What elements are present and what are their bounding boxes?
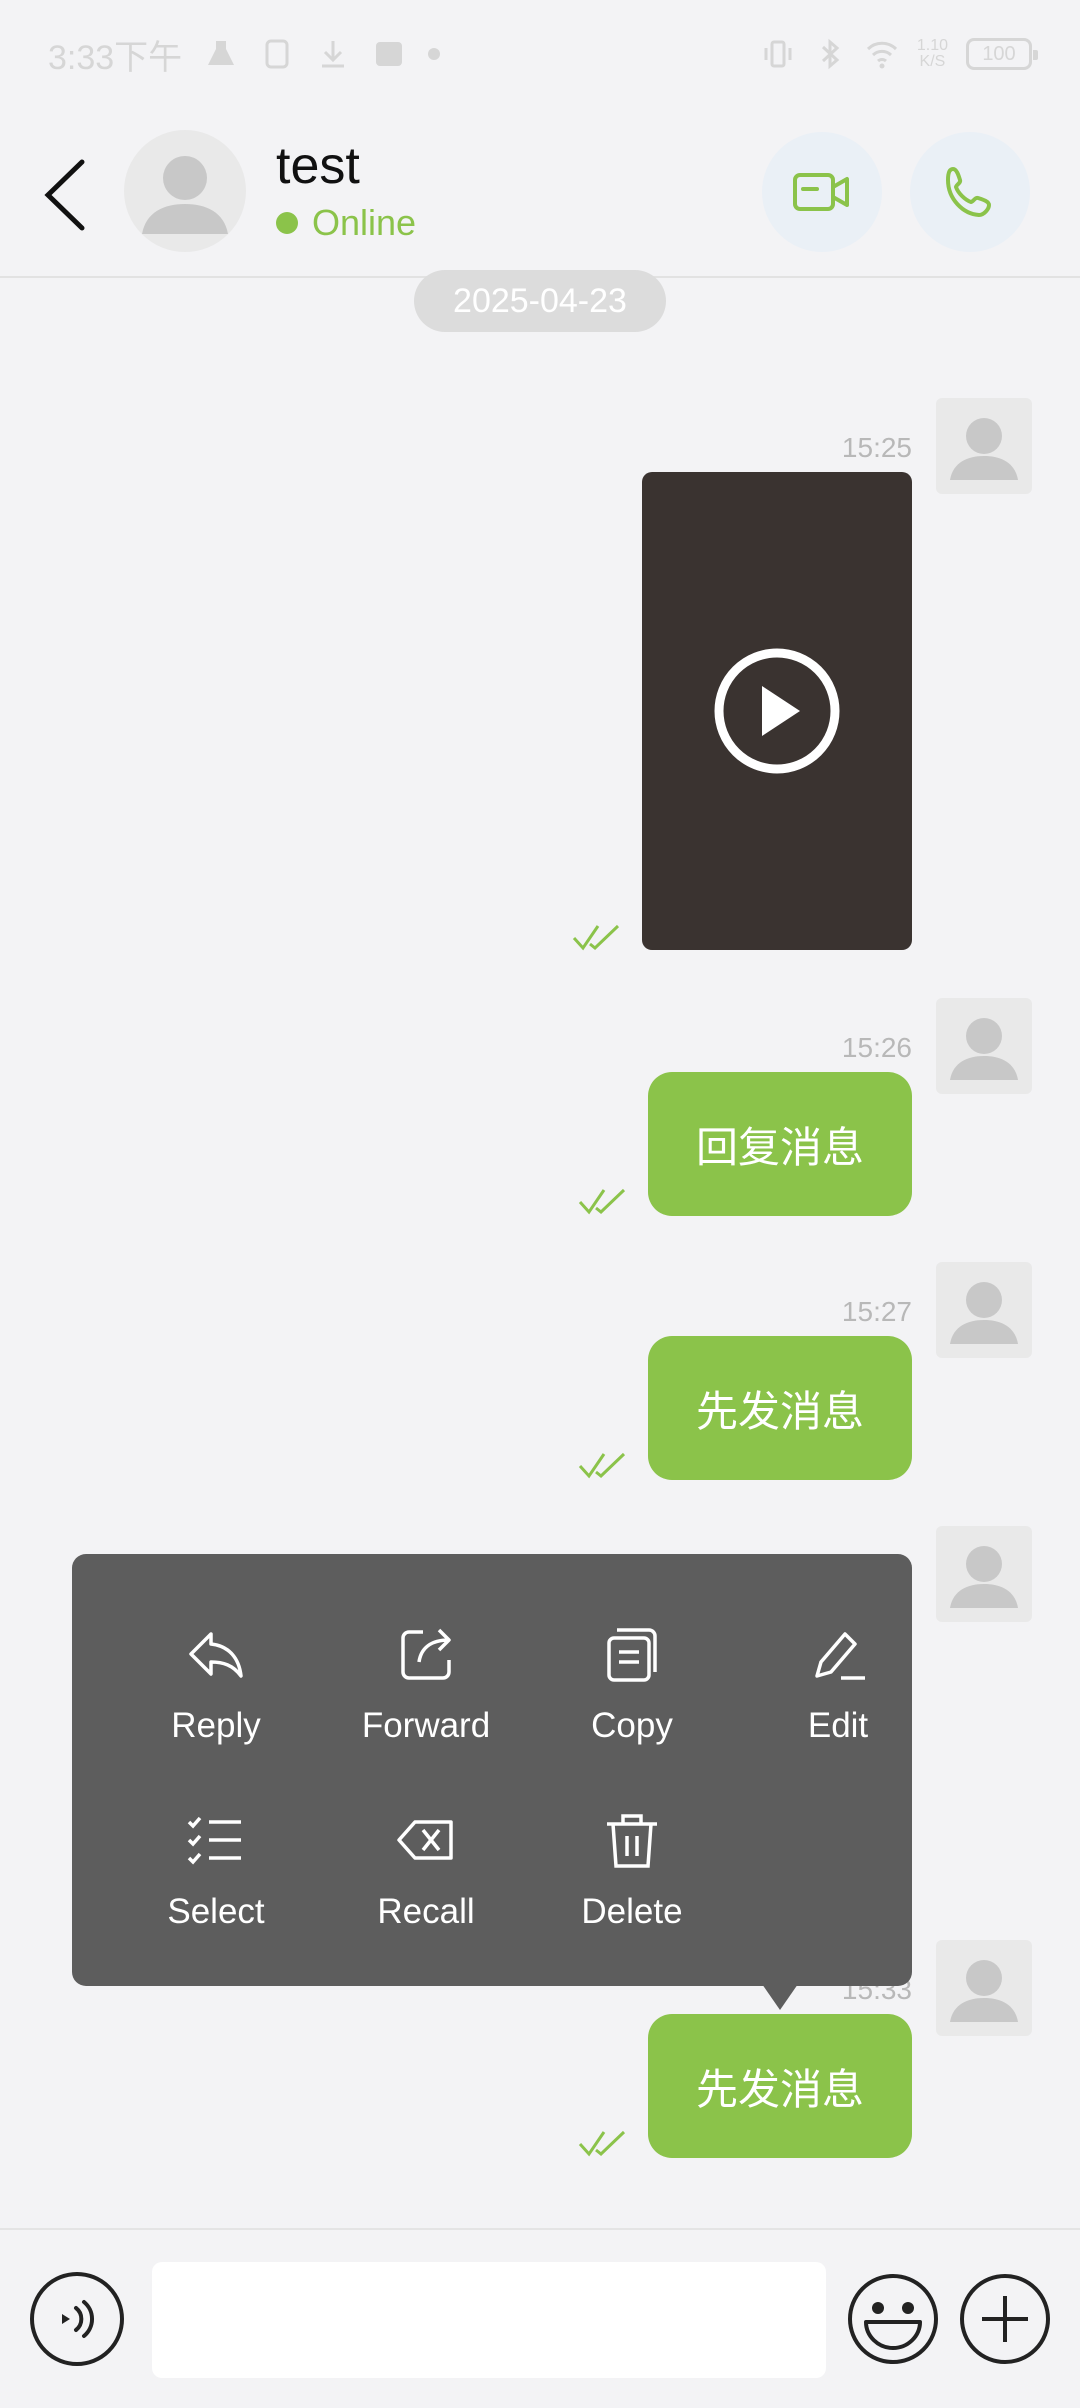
person-icon xyxy=(950,418,1018,480)
contact-name: test xyxy=(276,137,360,195)
plus-icon[interactable] xyxy=(958,2272,1052,2366)
back-arrow-icon[interactable] xyxy=(36,150,96,240)
sender-avatar[interactable] xyxy=(936,398,1032,494)
person-icon xyxy=(142,156,228,234)
select-icon xyxy=(187,1816,241,1865)
notification-dot-icon xyxy=(428,48,441,60)
read-receipt-icon xyxy=(578,2130,626,2157)
menu-item-label: Copy xyxy=(591,1706,673,1745)
status-right: 1.10 K/S 100 xyxy=(761,37,1038,71)
voice-icon xyxy=(62,2300,95,2338)
message-bubble-selected[interactable]: 先发消息 xyxy=(648,2014,912,2158)
download-icon xyxy=(322,41,345,68)
battery-level: 100 xyxy=(982,42,1016,65)
status-left: 3:33下午 xyxy=(48,30,441,79)
menu-item-reply[interactable]: Reply xyxy=(116,1622,316,1772)
status-time: 3:33下午 xyxy=(48,38,183,77)
menu-item-delete[interactable]: Delete xyxy=(532,1808,732,1958)
read-receipt-icon xyxy=(578,1188,626,1215)
video-camera-icon xyxy=(793,173,849,211)
menu-item-label: Forward xyxy=(361,1706,491,1745)
read-receipt-icon xyxy=(578,1452,626,1479)
forward-icon xyxy=(401,1628,451,1680)
contact-avatar[interactable] xyxy=(124,130,246,252)
bluetooth-icon xyxy=(821,38,840,70)
menu-item-recall[interactable]: Recall xyxy=(326,1808,526,1958)
video-call-button[interactable] xyxy=(762,132,882,252)
voice-input-button[interactable] xyxy=(30,2272,124,2366)
edit-icon xyxy=(815,1632,865,1680)
menu-item-select[interactable]: Select xyxy=(116,1808,316,1958)
message-input[interactable] xyxy=(152,2262,826,2378)
vibrate-icon xyxy=(764,40,792,68)
net-speed-unit: K/S xyxy=(919,53,946,70)
read-receipt-icon xyxy=(572,924,620,951)
net-speed: 1.10 K/S xyxy=(917,38,948,70)
message-time: 15:26 xyxy=(841,1032,912,1063)
menu-item-copy[interactable]: Copy xyxy=(532,1622,732,1772)
sender-avatar[interactable] xyxy=(936,1526,1032,1622)
menu-item-label: Recall xyxy=(377,1892,475,1931)
net-speed-value: 1.10 xyxy=(916,37,948,54)
menu-pointer xyxy=(762,1984,798,2010)
phone-icon xyxy=(946,167,991,217)
play-icon[interactable] xyxy=(712,646,842,776)
message-time: 15:27 xyxy=(841,1296,912,1327)
menu-item-label: Reply xyxy=(171,1706,261,1745)
sender-avatar[interactable] xyxy=(936,998,1032,1094)
menu-item-label: Edit xyxy=(807,1706,869,1745)
menu-item-forward[interactable]: Forward xyxy=(326,1622,526,1772)
reply-icon xyxy=(189,1632,243,1678)
presence-status: Online xyxy=(276,202,416,244)
parking-icon xyxy=(376,42,403,66)
video-message[interactable] xyxy=(642,472,912,950)
copy-icon xyxy=(607,1628,657,1682)
wifi-icon xyxy=(866,41,897,69)
message-bubble[interactable]: 先发消息 xyxy=(648,1336,912,1480)
composer-bar xyxy=(0,2228,1080,2408)
person-icon xyxy=(950,1546,1018,1608)
voice-call-button[interactable] xyxy=(910,132,1030,252)
menu-item-edit[interactable]: Edit xyxy=(738,1622,938,1772)
recall-icon xyxy=(397,1820,453,1860)
message-time: 15:25 xyxy=(841,432,912,463)
sender-avatar[interactable] xyxy=(936,1262,1032,1358)
online-dot-icon xyxy=(276,212,298,234)
date-separator: 2025-04-23 xyxy=(414,270,666,332)
status-bar: 3:33下午 1.10 K/S 100 xyxy=(0,0,1080,108)
sender-avatar[interactable] xyxy=(936,1940,1032,2036)
delete-icon xyxy=(607,1814,657,1868)
emoji-icon[interactable] xyxy=(846,2272,940,2366)
message-bubble[interactable]: 回复消息 xyxy=(648,1072,912,1216)
flask-icon xyxy=(208,41,235,65)
person-icon xyxy=(950,1960,1018,2022)
menu-item-label: Delete xyxy=(581,1892,683,1931)
presence-label: Online xyxy=(312,202,417,243)
chat-header: test Online xyxy=(0,108,1080,278)
battery-icon: 100 xyxy=(966,38,1038,70)
person-icon xyxy=(950,1282,1018,1344)
menu-item-label: Select xyxy=(167,1892,265,1931)
message-context-menu: Reply Forward Copy Edit Select Recall De… xyxy=(72,1554,912,1986)
sim-icon xyxy=(265,39,289,69)
person-icon xyxy=(950,1018,1018,1080)
